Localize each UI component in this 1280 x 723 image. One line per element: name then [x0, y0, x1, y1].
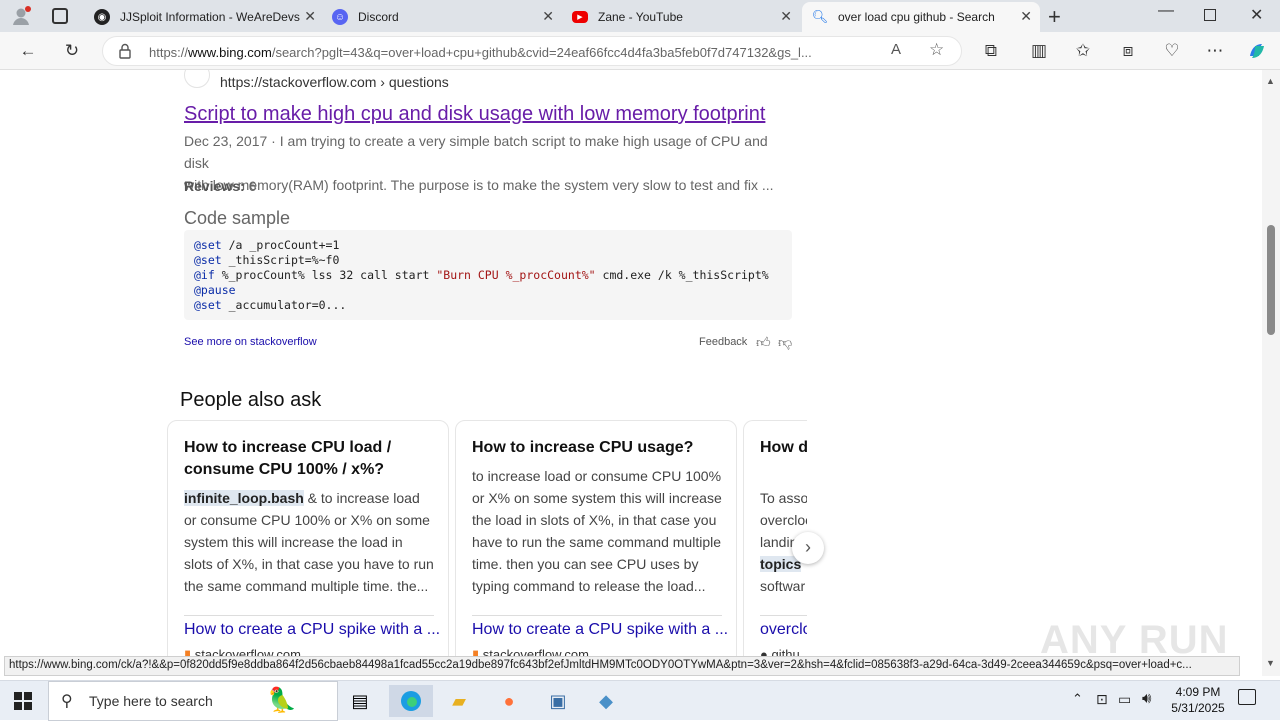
scroll-up-arrow[interactable]: ▲ — [1266, 76, 1275, 86]
tab-bing-search[interactable]: 🔍︎ over load cpu github - Search ✕ — [802, 2, 1040, 32]
network-icon[interactable]: ⊡ — [1096, 691, 1108, 708]
result-snippet: Dec 23, 2017 · I am trying to create a v… — [184, 133, 774, 193]
clock[interactable]: 4:09 PM 5/31/2025 — [1166, 684, 1230, 716]
carousel-next-button[interactable]: › — [792, 532, 824, 564]
taskbar-search-box[interactable]: ⚲ Type here to search 🦜 — [48, 681, 338, 721]
feedback-label[interactable]: Feedback — [699, 336, 747, 348]
paa-question[interactable]: How to increase CPU load / consume CPU 1… — [184, 437, 434, 481]
paa-link[interactable]: overclo — [760, 621, 807, 639]
tab-label: Discord — [358, 10, 399, 24]
tab-youtube[interactable]: ▶ Zane - YouTube ✕ — [562, 2, 800, 32]
paa-source: ▮ stackoverflow.com — [472, 647, 589, 656]
tab-label: JJSploit Information - WeAreDevs — [120, 10, 300, 24]
close-icon[interactable]: ✕ — [780, 8, 792, 25]
tab-jjsploit[interactable]: ◉ JJSploit Information - WeAreDevs ✕ — [84, 2, 324, 32]
paa-link[interactable]: How to create a CPU spike with a ... — [472, 621, 728, 639]
taskbar-search-placeholder: Type here to search — [89, 693, 213, 709]
profile-icon[interactable] — [10, 5, 32, 27]
clock-time: 4:09 PM — [1175, 685, 1221, 699]
paa-answer: infinite_loop.bash & to increase load or… — [184, 490, 434, 594]
stackoverflow-icon: ▮ — [472, 647, 480, 656]
stackoverflow-icon: ▮ — [184, 647, 192, 656]
show-hidden-icons[interactable]: ⌃ — [1072, 691, 1083, 707]
paa-answer: to increase load or consume CPU 100% or … — [472, 468, 722, 594]
paa-source: ▮ stackoverflow.com — [184, 647, 301, 656]
new-tab-button[interactable]: + — [1048, 4, 1061, 30]
tab-label: over load cpu github - Search — [838, 10, 995, 24]
control-panel-icon[interactable]: ▣ — [536, 685, 580, 717]
collections-icon[interactable]: ⧈ — [1117, 40, 1139, 62]
page-scrollbar[interactable]: ▲ ▼ — [1262, 70, 1280, 676]
result-date: Dec 23, 2017 — [184, 133, 268, 149]
paa-card[interactable]: How to increase CPU usage? to increase l… — [455, 420, 737, 656]
restore-button[interactable] — [1204, 9, 1216, 21]
url-text[interactable]: https://www.bing.com/search?pglt=43&q=ov… — [149, 45, 879, 60]
wifi-icon[interactable]: ▭ — [1118, 691, 1131, 708]
paa-card[interactable]: How to increase CPU load / consume CPU 1… — [167, 420, 449, 656]
read-aloud-icon[interactable]: A — [891, 41, 901, 58]
split-screen-icon[interactable]: ▥ — [1028, 40, 1050, 62]
stackoverflow-favicon — [184, 70, 210, 88]
paa-link[interactable]: How to create a CPU spike with a ... — [184, 621, 440, 639]
browser-essentials-icon[interactable]: ♡ — [1161, 40, 1183, 62]
close-icon[interactable]: ✕ — [542, 8, 554, 25]
file-explorer-icon[interactable]: ▰ — [437, 685, 481, 717]
browser-toolbar: ← ↻ https://www.bing.com/search?pglt=43&… — [0, 32, 1280, 70]
code-sample-heading: Code sample — [184, 208, 291, 228]
link-status-bar: https://www.bing.com/ck/a?!&&p=0f820dd5f… — [4, 656, 1240, 676]
people-also-ask-heading: People also ask — [180, 389, 322, 411]
search-results-page: https://stackoverflow.com › questions Sc… — [0, 70, 1262, 656]
notifications-icon[interactable] — [1238, 689, 1256, 705]
windows-taskbar: ⚲ Type here to search 🦜 ▤ ▰ ● ▣ ◆ ⌃ ⊡ ▭ … — [0, 680, 1280, 721]
firefox-icon[interactable]: ● — [487, 685, 531, 717]
scrollbar-thumb[interactable] — [1267, 225, 1275, 335]
paa-source: ● githu — [760, 647, 800, 656]
thumbs-down-icon[interactable]: 👎︎ — [778, 334, 792, 351]
thumbs-up-icon[interactable]: 👍︎ — [756, 334, 771, 351]
tab-label: Zane - YouTube — [598, 10, 683, 24]
tab-discord[interactable]: ☺ Discord ✕ — [324, 2, 562, 32]
reviews: Reviews: 6 — [184, 178, 257, 194]
lock-icon[interactable] — [119, 43, 131, 59]
search-icon: 🔍︎ — [811, 9, 829, 24]
anyrun-watermark: ANY RUN — [1040, 618, 1229, 656]
search-icon: ⚲ — [61, 693, 73, 710]
address-bar[interactable]: https://www.bing.com/search?pglt=43&q=ov… — [102, 36, 962, 66]
favorite-star-icon[interactable]: ☆ — [929, 40, 944, 60]
back-icon[interactable]: ← — [17, 40, 39, 62]
windows-start-icon[interactable] — [14, 692, 32, 715]
extensions-icon[interactable]: ⧉ — [980, 40, 1002, 62]
divider — [472, 615, 722, 616]
wearedevs-icon: ◉ — [94, 9, 110, 25]
close-window-button[interactable]: ✕ — [1250, 5, 1263, 25]
clock-date: 5/31/2025 — [1171, 701, 1225, 715]
youtube-icon: ▶ — [572, 11, 588, 23]
paa-question[interactable]: How do... with an... — [760, 437, 807, 459]
tab-actions-icon[interactable] — [52, 8, 68, 24]
scroll-down-arrow[interactable]: ▼ — [1266, 658, 1275, 668]
close-icon[interactable]: ✕ — [1020, 8, 1032, 25]
result-source[interactable]: https://stackoverflow.com › questions — [220, 74, 449, 90]
result-title-link[interactable]: Script to make high cpu and disk usage w… — [184, 103, 765, 126]
github-icon: ● — [760, 647, 768, 656]
task-view-icon[interactable]: ▤ — [338, 685, 382, 717]
close-icon[interactable]: ✕ — [304, 8, 316, 25]
favorites-icon[interactable]: ✩ — [1072, 40, 1094, 62]
notepad-icon[interactable]: ◆ — [584, 685, 628, 717]
refresh-icon[interactable]: ↻ — [61, 40, 83, 62]
tab-strip: ◉ JJSploit Information - WeAreDevs ✕ ☺ D… — [0, 0, 1280, 32]
divider — [184, 615, 434, 616]
see-more-link[interactable]: See more on stackoverflow — [184, 336, 317, 348]
parrots-icon: 🦜 — [267, 687, 297, 714]
code-sample-box[interactable]: @set /a _procCount+=1 @set _thisScript=%… — [184, 230, 792, 320]
volume-icon[interactable]: 🔊︎ — [1142, 690, 1151, 707]
discord-icon: ☺ — [332, 9, 348, 25]
edge-icon[interactable] — [389, 685, 433, 717]
more-menu-icon[interactable]: ⋯ — [1204, 40, 1226, 62]
divider — [760, 615, 807, 616]
copilot-icon[interactable] — [1246, 40, 1268, 62]
minimize-button[interactable]: — — [1158, 2, 1174, 20]
paa-question[interactable]: How to increase CPU usage? — [472, 437, 722, 459]
